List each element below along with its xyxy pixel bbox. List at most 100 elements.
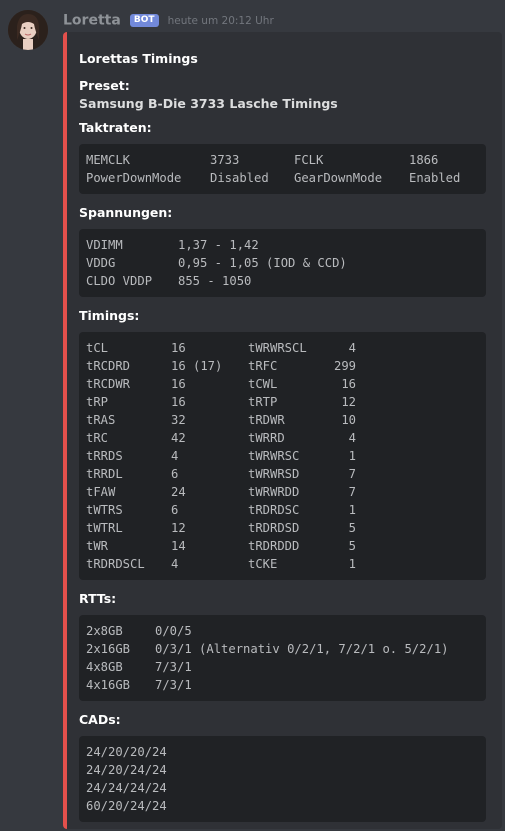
timings-row-cell: tCL bbox=[86, 341, 109, 355]
avatar[interactable] bbox=[8, 10, 48, 50]
timings-row-cell: 6 bbox=[171, 503, 179, 517]
spannungen-row-cell: VDIMM bbox=[86, 238, 123, 252]
taktraten-label: Taktraten: bbox=[79, 120, 152, 135]
spannungen-row-cell: CLDO VDDP bbox=[86, 274, 153, 288]
spannungen-row-cell: VDDG bbox=[86, 256, 116, 270]
author-name[interactable]: Loretta bbox=[63, 13, 121, 29]
timings-row-cell: tRCDRD bbox=[86, 359, 131, 373]
rtts-label: RTTs: bbox=[79, 591, 117, 606]
timings-row-cell: 1 bbox=[348, 557, 356, 571]
timings-row-cell: 16 bbox=[171, 395, 186, 409]
timings-row-cell: tRDRDSCL bbox=[86, 557, 145, 571]
timings-row: tRC 42 tWRRD 4 bbox=[86, 429, 479, 447]
bot-tag: BOT bbox=[129, 14, 159, 27]
timings-row-cell: 7 bbox=[348, 467, 356, 481]
spannungen-label: Spannungen: bbox=[79, 205, 173, 220]
rtts-row: 2x16GB 0/3/1 (Alternativ 0/2/1, 7/2/1 o. … bbox=[86, 640, 479, 658]
rtts-row: 4x8GB 7/3/1 bbox=[86, 658, 479, 676]
rtts-row-cell: 7/3/1 bbox=[155, 660, 192, 674]
timings-row: tWTRL 12 tRDRDSD 5 bbox=[86, 519, 479, 537]
timings-row-cell: 16 (17) bbox=[171, 359, 223, 373]
timings-row-cell: 7 bbox=[348, 485, 356, 499]
timings-row-cell: 6 bbox=[171, 467, 179, 481]
timings-row: tCL 16 tWRWRSCL 4 bbox=[86, 339, 479, 357]
timings-row-cell: tRC bbox=[86, 431, 109, 445]
taktraten-row-cell: MEMCLK bbox=[86, 153, 131, 167]
spannungen-codeblock: VDIMM 1,37 - 1,42 VDDG 0,95 - 1,05 (IOD & C… bbox=[79, 229, 486, 297]
timings-row-cell: tRDRDSC bbox=[248, 503, 300, 517]
timings-row-cell: 299 bbox=[333, 359, 356, 373]
cads-row: 60/20/24/24 bbox=[86, 797, 479, 815]
timings-row: tWTRS 6 tRDRDSC 1 bbox=[86, 501, 479, 519]
taktraten-row: MEMCLK 3733 FCLK 1866 bbox=[86, 151, 479, 169]
timings-row-cell: tWRWRDD bbox=[248, 485, 300, 499]
embed-title: Lorettas Timings bbox=[79, 51, 198, 66]
taktraten-row-cell: 1866 bbox=[409, 153, 439, 167]
timings-row: tRAS 32 tRDWR 10 bbox=[86, 411, 479, 429]
timings-row-cell: 14 bbox=[171, 539, 186, 553]
timings-row: tRRDS 4 tWRWRSC 1 bbox=[86, 447, 479, 465]
timings-row-cell: 32 bbox=[171, 413, 186, 427]
timings-row-cell: tWTRL bbox=[86, 521, 123, 535]
message-header: Loretta BOT heute um 20:12 Uhr bbox=[63, 10, 274, 29]
timings-row: tRCDRD 16 (17) tRFC 299 bbox=[86, 357, 479, 375]
embed: Lorettas Timings Preset: Samsung B-Die 3… bbox=[63, 32, 502, 829]
rtts-row-cell: 2x16GB bbox=[86, 642, 131, 656]
timings-label: Timings: bbox=[79, 308, 140, 323]
timings-row-cell: tCWL bbox=[248, 377, 278, 391]
timings-row-cell: tWRWRSC bbox=[248, 449, 300, 463]
timings-row: tWR 14 tRDRDDD 5 bbox=[86, 537, 479, 555]
taktraten-codeblock: MEMCLK 3733 FCLK 1866 PowerDownMode Disabled G… bbox=[79, 144, 486, 194]
timings-row-cell: tRFC bbox=[248, 359, 278, 373]
timings-row-cell: tRCDWR bbox=[86, 377, 131, 391]
rtts-row-cell: 0/3/1 (Alternativ 0/2/1, 7/2/1 o. 5/2/1) bbox=[155, 642, 449, 656]
timings-row-cell: 12 bbox=[341, 395, 356, 409]
taktraten-row-cell: PowerDownMode bbox=[86, 171, 182, 185]
timings-row: tRP 16 tRTP 12 bbox=[86, 393, 479, 411]
taktraten-row: PowerDownMode Disabled GearDownMode Enabled bbox=[86, 169, 479, 187]
spannungen-row-cell: 0,95 - 1,05 (IOD & CCD) bbox=[178, 256, 347, 270]
timings-row: tRDRDSCL 4 tCKE 1 bbox=[86, 555, 479, 573]
spannungen-row: VDIMM 1,37 - 1,42 bbox=[86, 236, 479, 254]
timings-row-cell: 5 bbox=[348, 521, 356, 535]
timings-row-cell: tRRDL bbox=[86, 467, 123, 481]
timings-row-cell: tRDWR bbox=[248, 413, 285, 427]
cads-row-cell: 24/20/24/24 bbox=[86, 763, 167, 777]
rtts-row-cell: 4x16GB bbox=[86, 678, 131, 692]
timings-row-cell: 5 bbox=[348, 539, 356, 553]
avatar-image bbox=[8, 10, 48, 50]
timings-row-cell: 16 bbox=[341, 377, 356, 391]
timings-row-cell: 4 bbox=[171, 557, 179, 571]
timings-row-cell: tFAW bbox=[86, 485, 116, 499]
cads-row: 24/20/20/24 bbox=[86, 743, 479, 761]
timings-row-cell: tRAS bbox=[86, 413, 116, 427]
cads-row-cell: 60/20/24/24 bbox=[86, 799, 167, 813]
timings-row-cell: tRDRDSD bbox=[248, 521, 300, 535]
rtts-row-cell: 4x8GB bbox=[86, 660, 123, 674]
preset-label: Preset: bbox=[79, 78, 130, 93]
timings-row: tRCDWR 16 tCWL 16 bbox=[86, 375, 479, 393]
timings-row: tFAW 24 tWRWRDD 7 bbox=[86, 483, 479, 501]
taktraten-row-cell: Enabled bbox=[409, 171, 461, 185]
timings-row-cell: tWRWRSCL bbox=[248, 341, 307, 355]
timings-row-cell: tWTRS bbox=[86, 503, 123, 517]
cads-row-cell: 24/24/24/24 bbox=[86, 781, 167, 795]
spannungen-row: CLDO VDDP 855 - 1050 bbox=[86, 272, 479, 290]
timings-row-cell: tWR bbox=[86, 539, 109, 553]
timings-row-cell: 4 bbox=[348, 431, 356, 445]
preset-value: Samsung B-Die 3733 Lasche Timings bbox=[79, 96, 338, 111]
taktraten-row-cell: Disabled bbox=[210, 171, 269, 185]
taktraten-row-cell: FCLK bbox=[294, 153, 324, 167]
rtts-row: 2x8GB 0/0/5 bbox=[86, 622, 479, 640]
timings-row: tRRDL 6 tWRWRSD 7 bbox=[86, 465, 479, 483]
taktraten-row-cell: 3733 bbox=[210, 153, 240, 167]
cads-row: 24/20/24/24 bbox=[86, 761, 479, 779]
timings-row-cell: tRRDS bbox=[86, 449, 123, 463]
timings-row-cell: tRDRDDD bbox=[248, 539, 300, 553]
timings-row-cell: 1 bbox=[348, 449, 356, 463]
timings-row-cell: 1 bbox=[348, 503, 356, 517]
timings-row-cell: 16 bbox=[171, 341, 186, 355]
timings-row-cell: tWRRD bbox=[248, 431, 285, 445]
timings-row-cell: tWRWRSD bbox=[248, 467, 300, 481]
taktraten-row-cell: GearDownMode bbox=[294, 171, 383, 185]
